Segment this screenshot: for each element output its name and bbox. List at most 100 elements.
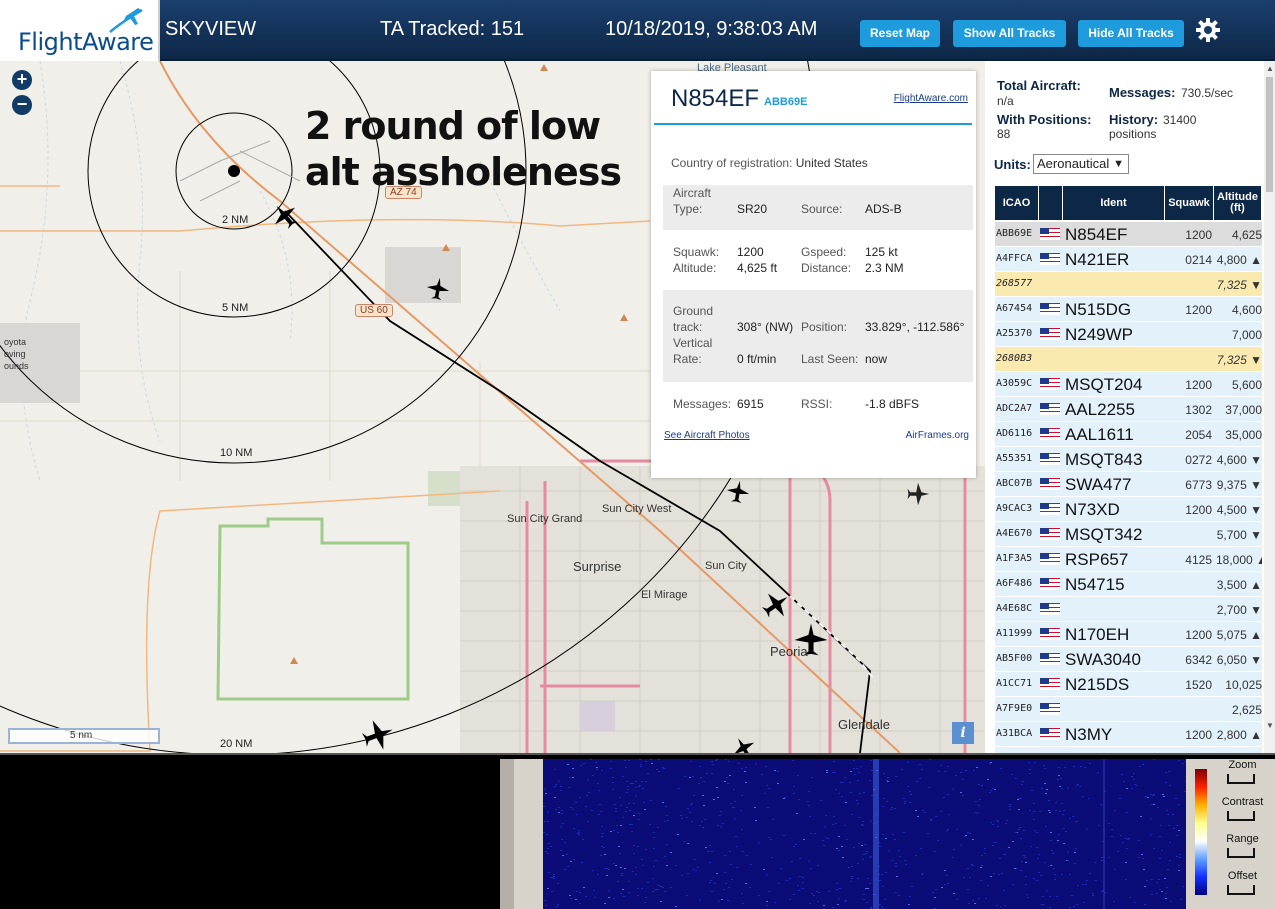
units-label: Units: [994, 157, 1031, 172]
gear-icon[interactable] [1195, 17, 1221, 43]
scroll-down-icon[interactable]: ▼ [1266, 721, 1274, 730]
waterfall-panel: Zoom Contrast Range Offset [0, 753, 1275, 909]
history-unit: positions [1109, 127, 1157, 141]
cell-squawk: 1200 [1185, 503, 1212, 517]
top-bar: FlightAware SKYVIEW TA Tracked: 151 10/1… [0, 0, 1275, 61]
range-slider[interactable] [1227, 848, 1255, 858]
table-row[interactable]: A1CC71 N215DS 1520 10,025 [995, 672, 1262, 697]
column-header-flag[interactable] [1039, 186, 1063, 220]
aircraft-icon[interactable] [760, 589, 792, 621]
info-button[interactable]: i [952, 722, 974, 744]
zoom-slider[interactable] [1227, 774, 1255, 784]
table-row[interactable]: A25370 N249WP 7,000 [995, 322, 1262, 347]
aircraft-icon[interactable] [360, 717, 396, 753]
cell-icao: 268577 [996, 278, 1033, 289]
cell-altitude: 5,600 [1231, 378, 1262, 392]
detail-divider [654, 123, 972, 125]
flightaware-link[interactable]: FlightAware.com [894, 93, 968, 104]
detail-country: Country of registration: United States [671, 156, 868, 170]
us-flag-icon [1040, 578, 1060, 590]
waterfall-display[interactable] [543, 759, 1186, 909]
cell-ident: MSQT204 [1065, 375, 1143, 394]
detail-block-messages: Messages: 6915 RSSI: -1.8 dBFS [663, 382, 973, 422]
table-row[interactable]: A31BCA N3MY 1200 2,800 ▲ [995, 722, 1262, 747]
detail-block-track: Ground track: 308° (NW) Position: 33.829… [663, 290, 973, 382]
sidebar-scrollbar[interactable]: ▲ ▼ [1264, 61, 1275, 753]
column-header-altitude[interactable]: Altitude (ft) [1214, 186, 1262, 220]
hide-all-tracks-button[interactable]: Hide All Tracks [1078, 20, 1184, 47]
units-select[interactable]: Aeronautical ▼ [1033, 154, 1129, 174]
table-row[interactable]: AD6116 AAL1611 2054 35,000 [995, 422, 1262, 447]
us-flag-icon [1040, 428, 1060, 440]
table-row[interactable]: A6F486 N54715 3,500 ▲ [995, 572, 1262, 597]
us-flag-icon [1040, 653, 1060, 665]
table-row[interactable]: A67454 N515DG 1200 4,600 [995, 297, 1262, 322]
aircraft-photos-link[interactable]: See Aircraft Photos [664, 430, 750, 441]
table-row[interactable]: A3059C MSQT204 1200 5,600 [995, 372, 1262, 397]
last-seen: now [865, 352, 888, 366]
units-value: Aeronautical [1037, 156, 1110, 171]
aircraft-icon[interactable] [425, 276, 451, 302]
cell-icao: A3059C [996, 378, 1033, 389]
contrast-slider[interactable] [1227, 811, 1255, 821]
table-row[interactable]: A4E68C 2,700 ▼ [995, 597, 1262, 622]
aircraft-type: SR20 [737, 202, 768, 216]
cell-icao: A4E670 [996, 528, 1033, 539]
table-row[interactable]: ADC2A7 AAL2255 1302 37,000 [995, 397, 1262, 422]
table-row[interactable]: 2680B3 7,325 ▼ [995, 347, 1262, 372]
cell-squawk: 4125 [1185, 553, 1212, 567]
offset-slider[interactable] [1227, 885, 1255, 895]
us-flag-icon [1040, 678, 1060, 690]
cell-altitude: 4,500 ▼ [1216, 503, 1262, 517]
cell-altitude: 7,000 [1231, 328, 1262, 342]
cell-icao: A55351 [996, 453, 1033, 464]
us-flag-icon [1040, 403, 1060, 415]
cell-icao: AB5F00 [996, 653, 1033, 664]
place-label: Sun City West [602, 503, 672, 515]
country-label: Country of registration: [671, 156, 793, 170]
cell-icao: A1CC71 [996, 678, 1033, 689]
table-row[interactable]: A4FFCA N421ER 0214 4,800 ▲ [995, 247, 1262, 272]
zoom-out-button[interactable]: − [12, 95, 32, 115]
aircraft-icon[interactable] [730, 735, 758, 753]
table-row[interactable]: A1F3A5 RSP657 4125 18,000 ▲ [995, 547, 1262, 572]
table-row[interactable]: A7F9E0 2,625 [995, 697, 1262, 722]
table-row[interactable]: ABC07B SWA477 6773 9,375 ▼ [995, 472, 1262, 497]
table-row[interactable]: ABB69E N854EF 1200 4,625 [995, 222, 1262, 247]
show-all-tracks-button[interactable]: Show All Tracks [953, 20, 1066, 47]
table-row[interactable]: A55351 MSQT843 0272 4,600 ▼ [995, 447, 1262, 472]
column-header-icao[interactable]: ICAO [995, 186, 1039, 220]
scale-label: 5 nm [70, 730, 93, 741]
aircraft-icon[interactable] [725, 479, 751, 505]
table-row[interactable]: A9CAC3 N73XD 1200 4,500 ▼ [995, 497, 1262, 522]
panel-divider[interactable] [500, 759, 514, 909]
color-scale [1195, 769, 1207, 895]
column-header-squawk[interactable]: Squawk [1165, 186, 1214, 220]
scroll-thumb[interactable] [1266, 77, 1273, 192]
scroll-up-icon[interactable]: ▲ [1266, 64, 1274, 73]
cell-squawk: 1200 [1185, 628, 1212, 642]
table-row[interactable]: A11999 N170EH 1200 5,075 ▲ [995, 622, 1262, 647]
aircraft-icon-selected[interactable] [270, 201, 300, 231]
logo-text: FlightAware [18, 28, 154, 56]
column-header-ident[interactable]: Ident [1063, 186, 1165, 220]
messages-rate-label: Messages: [1109, 85, 1176, 100]
cell-ident: N854EF [1065, 225, 1128, 244]
place-label: El Mirage [641, 589, 688, 601]
range-ring-label: 2 NM [222, 214, 249, 226]
table-row[interactable]: A4E670 MSQT342 5,700 ▼ [995, 522, 1262, 547]
flightaware-logo[interactable]: FlightAware [0, 0, 160, 61]
cell-ident: N54715 [1065, 575, 1125, 594]
detail-block-type: Aircraft Type: SR20 Source: ADS-B [663, 185, 973, 230]
table-row[interactable]: AB5F00 SWA3040 6342 6,050 ▼ [995, 647, 1262, 672]
cell-icao: A1F3A5 [996, 553, 1033, 564]
with-positions-label: With Positions: [997, 112, 1092, 127]
aircraft-icon[interactable] [905, 481, 931, 507]
place-label: Glendale [838, 717, 891, 732]
detail-ident: N854EF [671, 85, 760, 112]
zoom-in-button[interactable]: + [12, 70, 32, 90]
table-row[interactable]: 268577 7,325 ▼ [995, 272, 1262, 297]
airframes-link[interactable]: AirFrames.org [906, 430, 969, 441]
reset-map-button[interactable]: Reset Map [860, 20, 940, 47]
cell-ident: N170EH [1065, 625, 1130, 644]
